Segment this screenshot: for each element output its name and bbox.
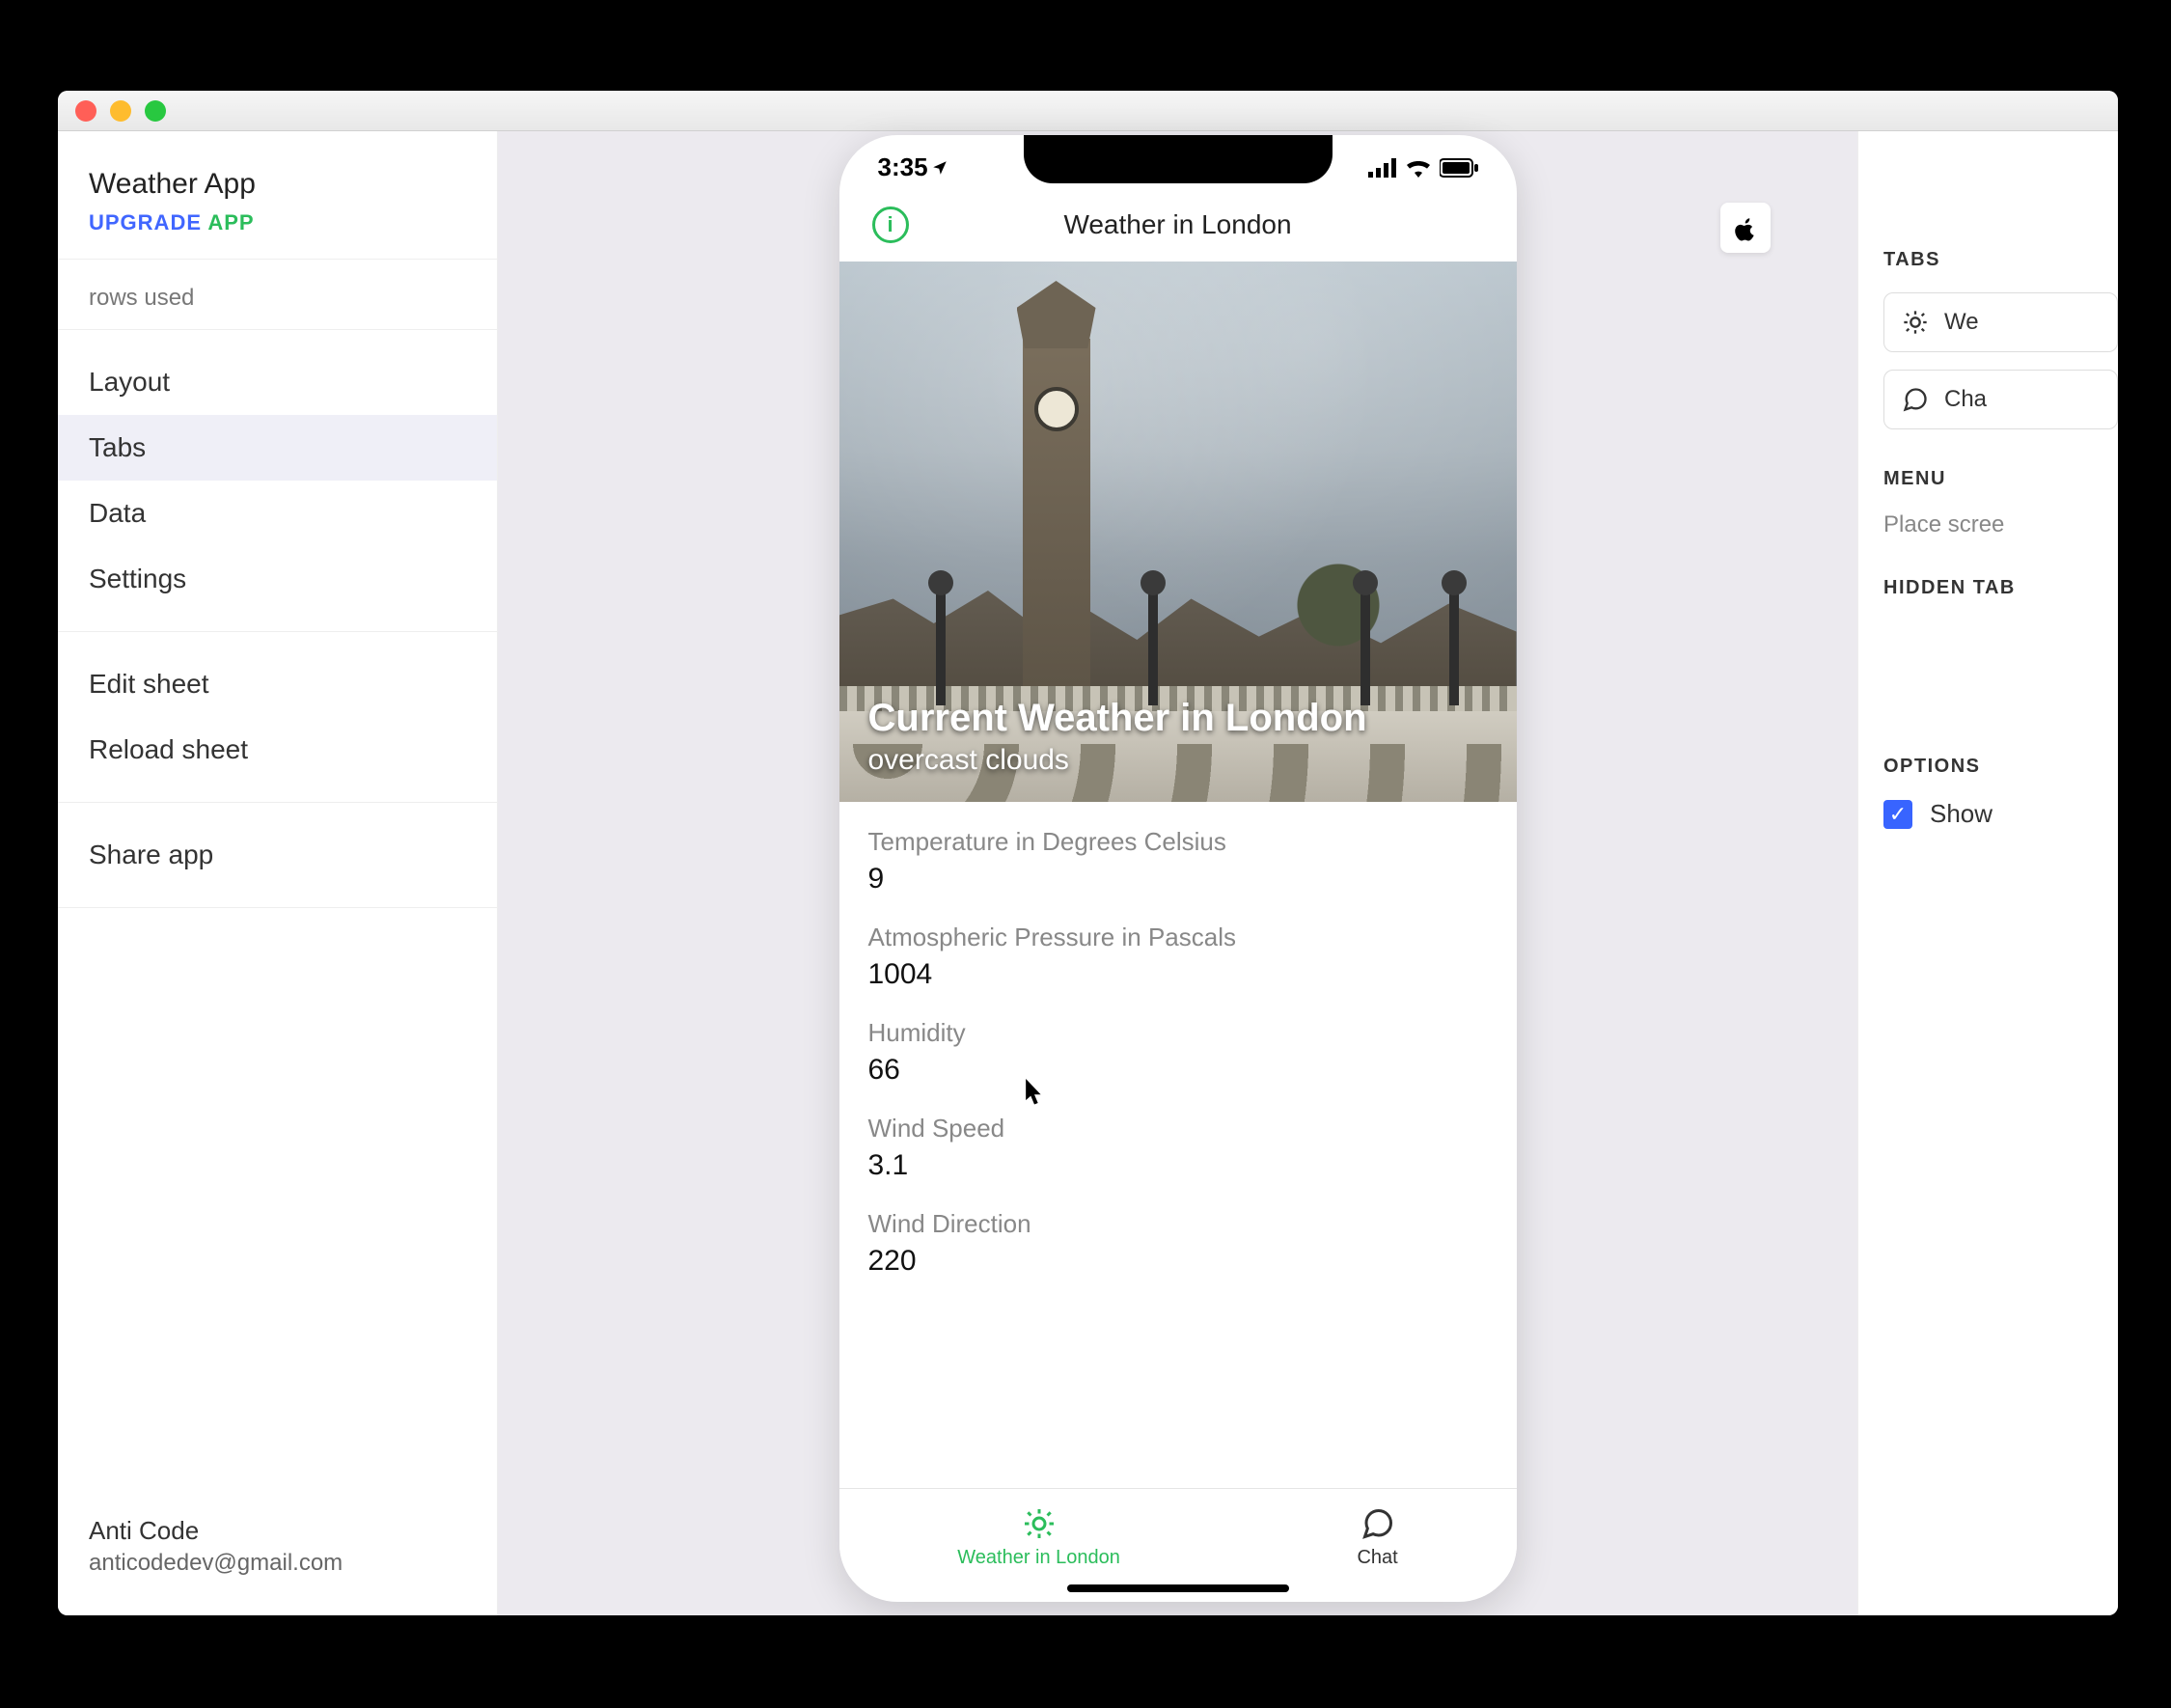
user-name: Anti Code — [89, 1516, 466, 1546]
sidebar-item-share-app[interactable]: Share app — [58, 822, 497, 888]
chip-label: Cha — [1944, 386, 1987, 413]
sidebar-item-edit-sheet[interactable]: Edit sheet — [58, 651, 497, 717]
sidebar-item-settings[interactable]: Settings — [58, 546, 497, 612]
hero-image: Current Weather in London overcast cloud… — [839, 262, 1517, 802]
preview-area: 3:35 i Weather in London — [498, 131, 1857, 1615]
hero-clock-face — [1034, 387, 1079, 431]
sidebar-item-data[interactable]: Data — [58, 481, 497, 546]
upgrade-link[interactable]: UPGRADE APP — [89, 210, 466, 235]
sidebar-share: Share app — [58, 803, 497, 908]
page-title: Weather in London — [1063, 209, 1291, 240]
window-minimize-button[interactable] — [110, 100, 131, 122]
options-heading: OPTIONS — [1883, 756, 2118, 778]
sun-icon — [1902, 309, 1929, 336]
rows-used-label: rows used — [58, 260, 497, 330]
sidebar-nav: Layout Tabs Data Settings — [58, 330, 497, 632]
hero-title: Current Weather in London — [868, 697, 1367, 740]
chip-weather[interactable]: We — [1883, 292, 2118, 352]
field-value: 66 — [868, 1054, 1488, 1087]
hero-tower — [1023, 339, 1090, 686]
menu-description: Place scree — [1883, 511, 2118, 538]
field-label: Humidity — [868, 1018, 1488, 1048]
upgrade-text-2: APP — [207, 210, 254, 234]
sidebar-item-layout[interactable]: Layout — [58, 349, 497, 415]
sidebar: Weather App UPGRADE APP rows used Layout… — [58, 131, 498, 1615]
sidebar-item-tabs[interactable]: Tabs — [58, 415, 497, 481]
field-pressure: Atmospheric Pressure in Pascals 1004 — [868, 923, 1488, 991]
chat-icon — [1902, 386, 1929, 413]
field-label: Temperature in Degrees Celsius — [868, 827, 1488, 857]
tabs-heading: TABS — [1883, 249, 2118, 271]
status-time-text: 3:35 — [878, 152, 928, 182]
status-time: 3:35 — [878, 152, 948, 182]
app-window: Weather App UPGRADE APP rows used Layout… — [58, 91, 2118, 1615]
option-label: Show — [1930, 799, 1992, 829]
field-value: 1004 — [868, 958, 1488, 991]
field-label: Atmospheric Pressure in Pascals — [868, 923, 1488, 952]
hero-subtitle: overcast clouds — [868, 744, 1367, 777]
field-label: Wind Direction — [868, 1209, 1488, 1239]
field-value: 3.1 — [868, 1149, 1488, 1182]
option-show[interactable]: ✓ Show — [1883, 799, 2118, 829]
status-right — [1368, 158, 1478, 178]
upgrade-text-1: UPGRADE — [89, 210, 207, 234]
tab-weather[interactable]: Weather in London — [957, 1506, 1120, 1569]
phone-notch — [1024, 135, 1333, 183]
user-email: anticodedev@gmail.com — [89, 1550, 466, 1577]
field-humidity: Humidity 66 — [868, 1018, 1488, 1087]
tabs-chip-list: We Cha — [1883, 292, 2118, 429]
hero-lamp — [1360, 590, 1370, 705]
window-maximize-button[interactable] — [145, 100, 166, 122]
phone-tabs: Weather in London Chat — [839, 1488, 1517, 1577]
phone-preview: 3:35 i Weather in London — [839, 135, 1517, 1602]
window-title-bar — [58, 91, 2118, 131]
menu-heading: MENU — [1883, 468, 2118, 490]
chat-icon — [1360, 1506, 1395, 1541]
field-value: 9 — [868, 863, 1488, 895]
field-label: Wind Speed — [868, 1114, 1488, 1143]
location-arrow-icon — [931, 159, 948, 177]
battery-icon — [1440, 158, 1478, 178]
sidebar-sheet-actions: Edit sheet Reload sheet — [58, 632, 497, 803]
field-temperature: Temperature in Degrees Celsius 9 — [868, 827, 1488, 895]
field-wind-direction: Wind Direction 220 — [868, 1209, 1488, 1278]
checkbox-checked-icon[interactable]: ✓ — [1883, 800, 1912, 829]
apple-icon — [1732, 212, 1759, 243]
phone-header: i Weather in London — [839, 190, 1517, 262]
window-close-button[interactable] — [75, 100, 96, 122]
chip-label: We — [1944, 309, 1979, 336]
hero-lamp — [1148, 590, 1158, 705]
tab-label: Weather in London — [957, 1547, 1120, 1569]
sidebar-header: Weather App UPGRADE APP — [58, 131, 497, 260]
tab-chat[interactable]: Chat — [1357, 1506, 1397, 1569]
app-body: Weather App UPGRADE APP rows used Layout… — [58, 131, 2118, 1615]
field-value: 220 — [868, 1245, 1488, 1278]
right-panel: TABS We Cha MENU Place scree HIDDEN TAB … — [1857, 131, 2118, 1615]
hidden-tab-heading: HIDDEN TAB — [1883, 577, 2118, 599]
weather-fields: Temperature in Degrees Celsius 9 Atmosph… — [839, 802, 1517, 1314]
cellular-icon — [1368, 158, 1397, 178]
sidebar-footer: Anti Code anticodedev@gmail.com — [58, 1489, 497, 1615]
info-icon[interactable]: i — [872, 207, 909, 243]
hero-lamp — [1449, 590, 1459, 705]
app-name: Weather App — [89, 168, 466, 201]
hero-lamp — [936, 590, 946, 705]
chip-chat[interactable]: Cha — [1883, 370, 2118, 429]
sun-icon — [1022, 1506, 1057, 1541]
tab-label: Chat — [1357, 1547, 1397, 1569]
wifi-icon — [1405, 158, 1432, 178]
home-indicator[interactable] — [1067, 1584, 1289, 1592]
platform-ios-button[interactable] — [1720, 203, 1771, 253]
field-wind-speed: Wind Speed 3.1 — [868, 1114, 1488, 1182]
hero-text: Current Weather in London overcast cloud… — [868, 697, 1367, 777]
sidebar-item-reload-sheet[interactable]: Reload sheet — [58, 717, 497, 783]
